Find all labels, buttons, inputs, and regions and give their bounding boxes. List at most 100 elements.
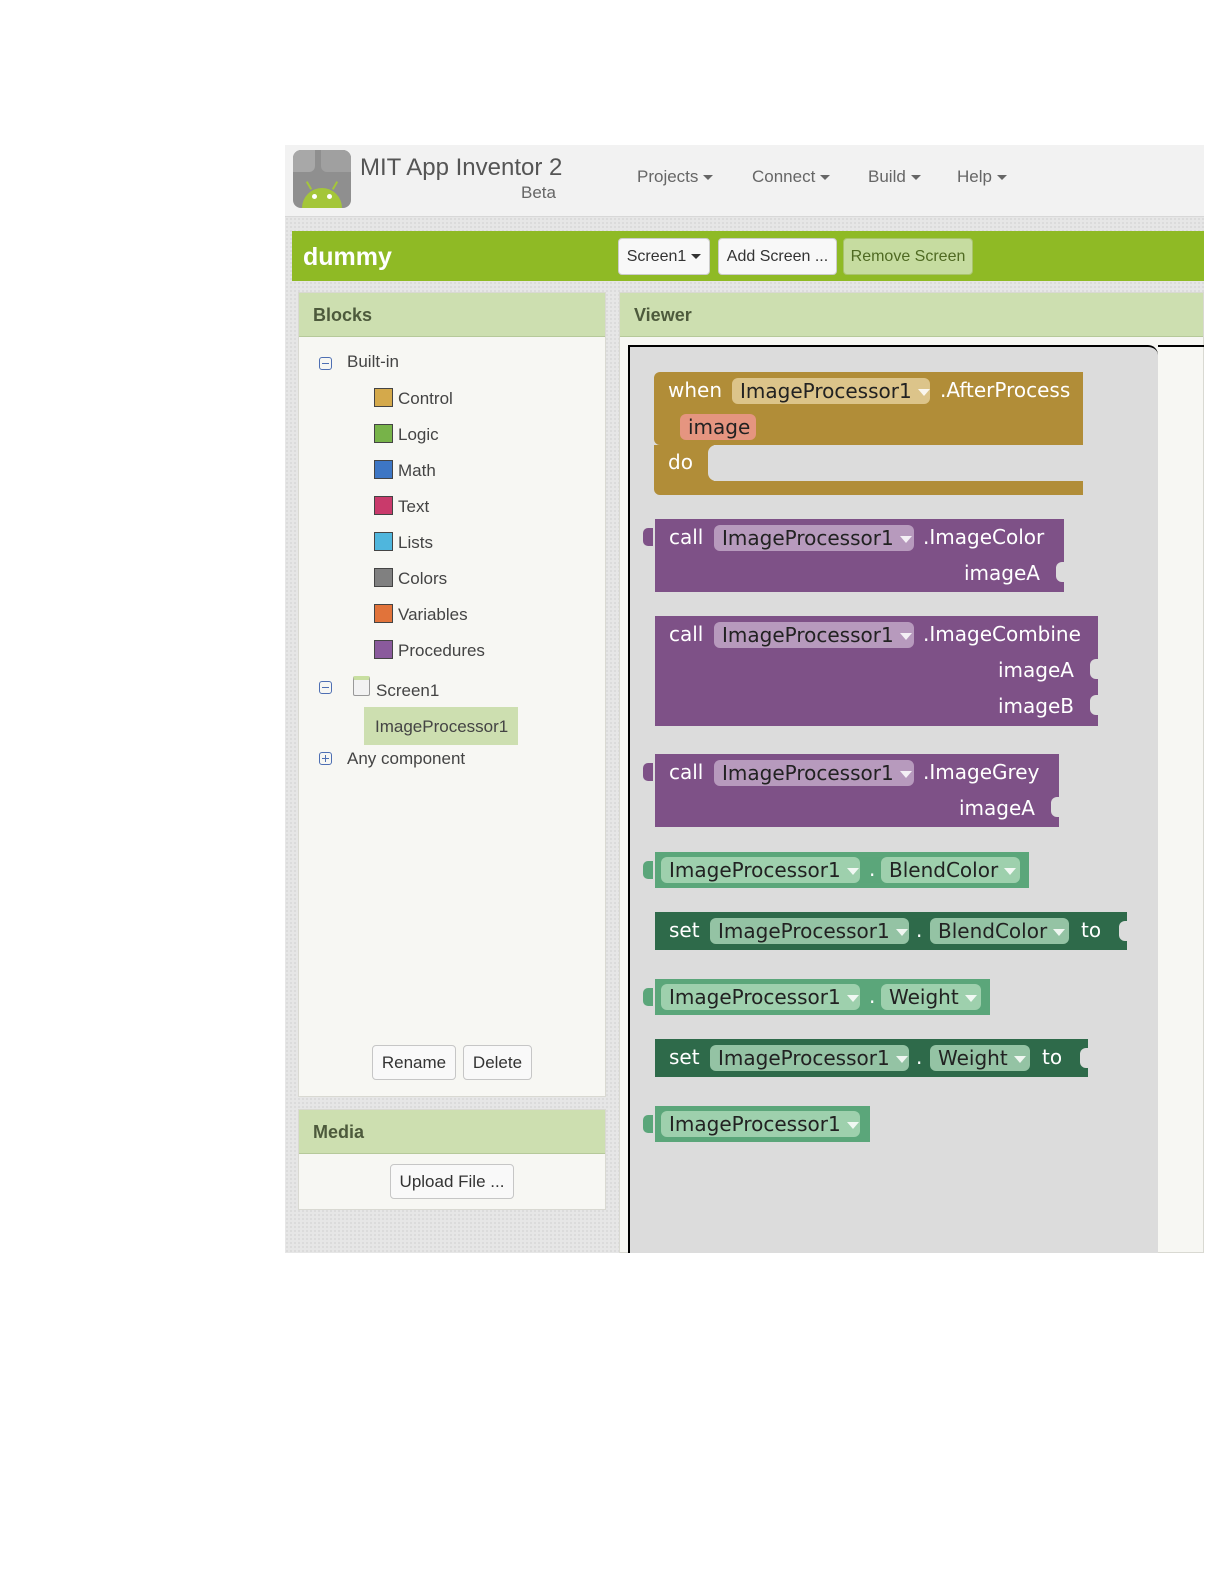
component-dropdown[interactable]: ImageProcessor1: [714, 760, 914, 786]
getter-block-blendcolor[interactable]: ImageProcessor1 . BlendColor: [643, 852, 1029, 888]
upload-file-button[interactable]: Upload File ...: [390, 1164, 514, 1199]
getter-block-weight[interactable]: ImageProcessor1 . Weight: [643, 979, 990, 1015]
component-dropdown[interactable]: ImageProcessor1: [710, 918, 909, 944]
arg-label: imageA: [964, 561, 1040, 585]
property-dropdown-label: BlendColor: [938, 919, 1048, 943]
tree-any-component[interactable]: Any component: [347, 749, 465, 769]
when-keyword: when: [668, 378, 723, 402]
app-title: MIT App Inventor 2: [360, 154, 563, 181]
tree-builtin-math[interactable]: Math: [398, 461, 436, 481]
property-dropdown[interactable]: Weight: [881, 984, 981, 1010]
blocks-panel-title: Blocks: [299, 293, 605, 337]
method-name: .ImageGrey: [923, 760, 1040, 784]
component-dropdown[interactable]: ImageProcessor1: [732, 378, 930, 404]
delete-button[interactable]: Delete: [463, 1045, 532, 1080]
tree-imageprocessor1-label: ImageProcessor1: [375, 717, 509, 736]
dropdown-arrow-icon: [846, 995, 859, 1002]
dropdown-arrow-icon: [964, 995, 977, 1002]
menu-build[interactable]: Build: [868, 167, 921, 187]
property-dropdown[interactable]: BlendColor: [930, 918, 1069, 944]
remove-screen-button[interactable]: Remove Screen: [843, 238, 973, 275]
lists-swatch-icon: [374, 532, 393, 551]
add-screen-button[interactable]: Add Screen ...: [718, 238, 837, 275]
dropdown-arrow-icon: [1013, 1056, 1026, 1063]
component-dropdown-label: ImageProcessor1: [722, 761, 894, 785]
tree-builtin-colors[interactable]: Colors: [398, 569, 447, 589]
arg-label: imageA: [998, 658, 1074, 682]
to-keyword: to: [1042, 1045, 1063, 1069]
component-dropdown[interactable]: ImageProcessor1: [661, 984, 860, 1010]
tree-builtin-procedures[interactable]: Procedures: [398, 641, 485, 661]
input-socket[interactable]: [1056, 562, 1064, 582]
method-block-imagecombine[interactable]: call ImageProcessor1 .ImageCombine image…: [655, 616, 1098, 726]
method-block-imagecolor[interactable]: call ImageProcessor1 .ImageColor imageA: [643, 519, 1064, 592]
component-dropdown[interactable]: ImageProcessor1: [714, 622, 914, 648]
media-panel: Media Upload File ...: [298, 1109, 606, 1210]
menu-help-label: Help: [957, 167, 992, 186]
method-name: .ImageColor: [923, 525, 1045, 549]
input-socket[interactable]: [1119, 921, 1127, 941]
property-dropdown-label: BlendColor: [889, 858, 999, 882]
text-swatch-icon: [374, 496, 393, 515]
component-dropdown-label: ImageProcessor1: [669, 858, 841, 882]
input-socket[interactable]: [1090, 695, 1098, 715]
app-inventor-logo[interactable]: [293, 150, 351, 208]
tree-imageprocessor1[interactable]: ImageProcessor1: [364, 707, 518, 745]
arg-label: imageB: [998, 694, 1075, 718]
screen-select[interactable]: Screen1: [618, 238, 710, 275]
setter-block-weight[interactable]: set ImageProcessor1 . Weight to: [655, 1039, 1088, 1077]
menu-connect[interactable]: Connect: [752, 167, 831, 187]
dropdown-arrow-icon: [846, 1122, 859, 1129]
dot-separator: .: [916, 918, 923, 942]
project-name: dummy: [303, 243, 392, 271]
input-socket[interactable]: [1051, 797, 1059, 817]
do-statement-slot[interactable]: [708, 445, 1083, 481]
component-dropdown[interactable]: ImageProcessor1: [710, 1045, 909, 1071]
property-dropdown[interactable]: Weight: [930, 1045, 1030, 1071]
control-swatch-icon: [374, 388, 393, 407]
collapse-icon[interactable]: [319, 357, 332, 370]
tree-screen1[interactable]: Screen1: [376, 681, 439, 701]
component-dropdown[interactable]: ImageProcessor1: [661, 857, 860, 883]
tree-builtin-text[interactable]: Text: [398, 497, 429, 517]
event-name: .AfterProcess: [940, 378, 1071, 402]
event-block-afterprocess[interactable]: when ImageProcessor1 .AfterProcess image: [654, 372, 1083, 445]
collapse-icon[interactable]: [319, 681, 332, 694]
dot-separator: .: [869, 984, 876, 1008]
menu-help[interactable]: Help: [957, 167, 1007, 187]
tree-builtin-logic[interactable]: Logic: [398, 425, 439, 445]
variables-swatch-icon: [374, 604, 393, 623]
call-keyword: call: [669, 622, 704, 646]
input-socket[interactable]: [1090, 659, 1098, 679]
setter-block-blendcolor[interactable]: set ImageProcessor1 . BlendColor to: [655, 912, 1127, 950]
tree-builtin-variables[interactable]: Variables: [398, 605, 468, 625]
set-keyword: set: [669, 918, 700, 942]
call-keyword: call: [669, 760, 704, 784]
tree-builtin-control[interactable]: Control: [398, 389, 453, 409]
dot-separator: .: [916, 1045, 923, 1069]
event-block-do-arm: do: [654, 445, 714, 481]
input-socket[interactable]: [1080, 1048, 1088, 1068]
property-dropdown-label: Weight: [889, 985, 959, 1009]
component-dropdown[interactable]: ImageProcessor1: [714, 525, 914, 551]
expand-icon[interactable]: [319, 752, 332, 765]
menu-projects[interactable]: Projects: [637, 167, 714, 187]
dropdown-arrow-icon: [899, 633, 912, 640]
event-block-bottom: [654, 481, 1083, 495]
event-param-image[interactable]: image: [680, 414, 756, 440]
dropdown-arrow-icon: [846, 868, 859, 875]
method-block-imagegrey[interactable]: call ImageProcessor1 .ImageGrey imageA: [643, 754, 1059, 827]
component-block-imageprocessor1[interactable]: ImageProcessor1: [643, 1106, 870, 1142]
component-dropdown[interactable]: ImageProcessor1: [661, 1111, 860, 1137]
app-subtitle: Beta: [521, 183, 556, 202]
tree-builtin[interactable]: Built-in: [347, 352, 399, 372]
rename-button[interactable]: Rename: [372, 1045, 456, 1080]
property-dropdown[interactable]: BlendColor: [881, 857, 1020, 883]
output-nub: [643, 528, 653, 546]
menu-build-label: Build: [868, 167, 906, 186]
caret-down-icon: [691, 254, 702, 259]
output-nub: [643, 988, 653, 1006]
caret-down-icon: [820, 175, 831, 181]
tree-builtin-lists[interactable]: Lists: [398, 533, 433, 553]
dropdown-arrow-icon: [899, 536, 912, 543]
